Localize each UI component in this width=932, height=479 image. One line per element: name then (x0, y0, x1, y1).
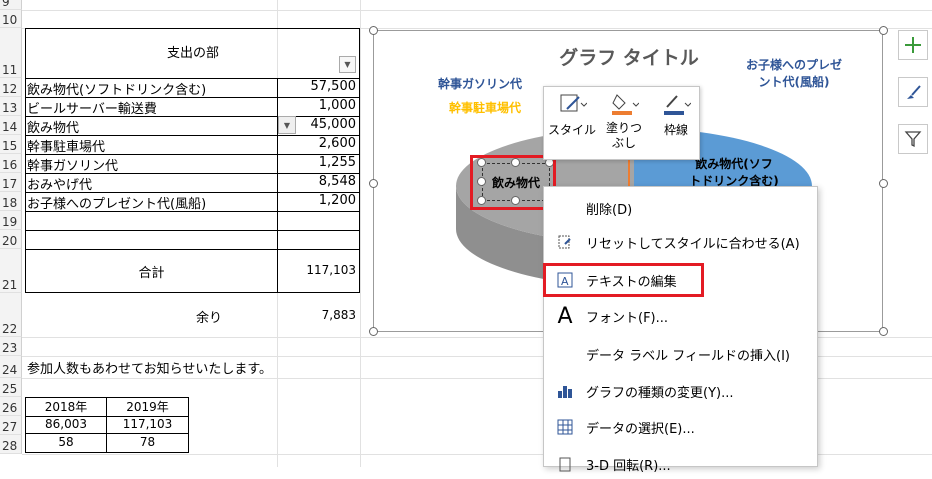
mini-toolbar: スタイル 塗りつ ぶし 枠線 (543, 86, 700, 160)
label-soft-drinks[interactable]: 飲み物代(ソフ トドリンク含む) (674, 156, 794, 190)
chart-handle[interactable] (369, 179, 378, 188)
item-name[interactable]: おみやげ代 (27, 174, 277, 193)
row-23[interactable]: 23 (0, 337, 22, 356)
label-gasoline[interactable]: 幹事ガソリン代 (438, 75, 522, 92)
label-parking[interactable]: 幹事駐車場代 (449, 99, 521, 116)
remain-value[interactable]: 7,883 (278, 308, 360, 322)
select-data-icon (557, 419, 573, 435)
chart-styles-button[interactable] (898, 77, 928, 107)
menu-item-insert-label-field[interactable]: データ ラベル フィールドの挿入(I) (544, 339, 817, 369)
3d-rotation-icon (559, 457, 571, 472)
item-amount[interactable]: 8,548 (278, 174, 360, 189)
menu-item-3d-rotation[interactable]: 3-D 回転(R)... (544, 449, 817, 479)
chart-handle[interactable] (879, 327, 888, 336)
highlight-edit-text (543, 263, 704, 297)
row-22[interactable]: 22 (0, 293, 22, 337)
row-14[interactable]: 14 (0, 116, 22, 135)
chart-handle[interactable] (879, 26, 888, 35)
outline-button[interactable]: 枠線 (652, 91, 700, 157)
context-menu: 削除(D) リセットしてスタイルに合わせる(A) A テキストの編集 A フォン… (543, 186, 818, 474)
row-18[interactable]: 18 (0, 192, 22, 211)
row-24[interactable]: 24 (0, 356, 22, 378)
fill-button[interactable]: 塗りつ ぶし (600, 91, 648, 157)
item-name[interactable]: 幹事ガソリン代 (27, 155, 277, 174)
label-present[interactable]: お子様へのプレゼ ント代(風船) (734, 57, 854, 91)
chart-handle[interactable] (369, 327, 378, 336)
chart-styles-icon (907, 85, 921, 99)
font-icon: A (557, 303, 573, 329)
total-label[interactable]: 合計 (26, 262, 277, 281)
item-amount[interactable]: 1,200 (278, 193, 360, 208)
menu-item-select-data[interactable]: データの選択(E)... (544, 412, 817, 442)
expense-header[interactable]: 支出の部 (26, 42, 360, 61)
filter-dropdown-icon[interactable]: ▼ (339, 56, 356, 73)
row-21[interactable]: 21 (0, 249, 22, 293)
year-header[interactable]: 2018年 (26, 398, 106, 415)
row-19[interactable]: 19 (0, 211, 22, 230)
style-button[interactable]: スタイル (548, 91, 596, 157)
year-value[interactable]: 117,103 (107, 417, 188, 431)
chart-elements-icon (905, 37, 921, 53)
item-name[interactable]: 飲み物代 (27, 117, 277, 136)
row-16[interactable]: 16 (0, 154, 22, 173)
row-25[interactable]: 25 (0, 378, 22, 397)
chart-filter-icon (904, 131, 922, 148)
year-header[interactable]: 2019年 (107, 398, 188, 415)
item-name[interactable]: 幹事駐車場代 (27, 136, 277, 155)
row-17[interactable]: 17 (0, 173, 22, 192)
chart-handle[interactable] (879, 179, 888, 188)
menu-item-change-chart-type[interactable]: グラフの種類の変更(Y)... (544, 376, 817, 406)
row-15[interactable]: 15 (0, 135, 22, 154)
year-value[interactable]: 78 (107, 435, 188, 449)
reset-style-icon (558, 235, 571, 249)
chart-type-icon (558, 386, 572, 398)
menu-item-reset-style[interactable]: リセットしてスタイルに合わせる(A) (544, 227, 817, 257)
style-brush-icon (560, 94, 588, 112)
item-amount[interactable]: 1,000 (278, 98, 360, 113)
menu-item-delete[interactable]: 削除(D) (544, 193, 817, 223)
row-9[interactable]: 9 (0, 0, 22, 10)
item-name[interactable]: お子様へのプレゼント代(風船) (27, 193, 277, 212)
menu-item-font[interactable]: A フォント(F)... (544, 301, 817, 331)
row-27[interactable]: 27 (0, 416, 22, 435)
chart-handle[interactable] (369, 26, 378, 35)
total-value[interactable]: 117,103 (278, 263, 360, 277)
row-13[interactable]: 13 (0, 97, 22, 116)
row-28[interactable]: 28 (0, 435, 22, 454)
fill-bucket-icon (612, 94, 640, 115)
year-value[interactable]: 58 (26, 435, 106, 449)
remain-label[interactable]: 余り (26, 307, 277, 326)
item-amount[interactable]: 57,500 (278, 79, 360, 94)
outline-pen-icon (664, 95, 692, 115)
row-20[interactable]: 20 (0, 230, 22, 249)
row-26[interactable]: 26 (0, 397, 22, 416)
row-10[interactable]: 10 (0, 10, 22, 28)
item-name[interactable]: 飲み物代(ソフトドリンク含む) (27, 79, 277, 98)
row-11[interactable]: 11 (0, 28, 22, 78)
item-amount[interactable]: 45,000 (278, 117, 360, 132)
item-amount[interactable]: 2,600 (278, 136, 360, 151)
row-12[interactable]: 12 (0, 78, 22, 97)
chart-elements-button[interactable] (898, 30, 928, 60)
item-amount[interactable]: 1,255 (278, 155, 360, 170)
chart-filter-button[interactable] (898, 124, 928, 154)
item-name[interactable]: ビールサーバー輸送費 (27, 98, 277, 117)
year-value[interactable]: 86,003 (26, 417, 106, 431)
notice-text[interactable]: 参加人数もあわせてお知らせいたします。 (27, 358, 367, 377)
